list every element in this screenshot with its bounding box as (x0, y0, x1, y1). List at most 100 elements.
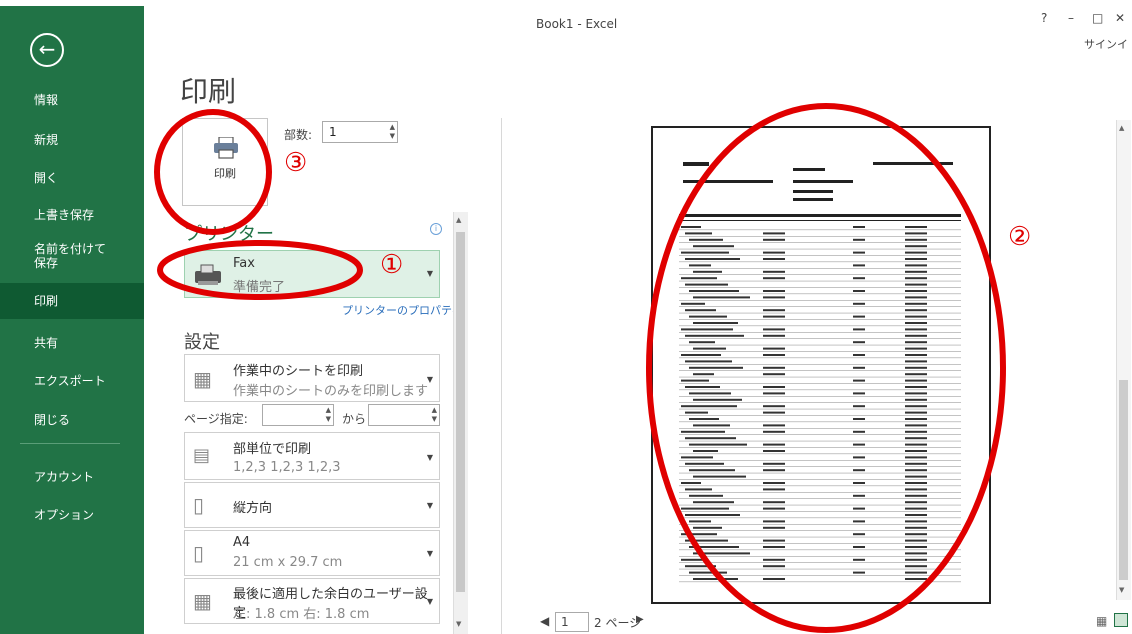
preview-scrollbar[interactable]: ▲ ▼ (1116, 120, 1131, 600)
collation-dropdown[interactable]: ▤ 部単位で印刷 1,2,3 1,2,3 1,2,3 ▼ (184, 432, 440, 480)
printer-status: 準備完了 (233, 280, 286, 295)
preview-text-line (685, 283, 728, 286)
nav-info[interactable]: 情報 (0, 91, 144, 108)
preview-scroll-up-icon[interactable]: ▲ (1119, 124, 1124, 132)
preview-row-rule (679, 351, 961, 352)
preview-text-line (853, 226, 865, 228)
preview-text-line (853, 430, 865, 433)
preview-text-line (685, 309, 716, 312)
page-next-icon[interactable]: ▶ (636, 614, 644, 625)
close-button[interactable]: ✕ (1115, 11, 1125, 25)
preview-text-line (681, 354, 721, 356)
page-number-input[interactable]: 1 (555, 612, 589, 632)
preview-text-line (853, 405, 865, 408)
preview-text-line (853, 328, 865, 331)
preview-text-line (685, 514, 740, 516)
page-to-input[interactable]: ▲ ▼ (368, 404, 440, 426)
preview-text-line (689, 469, 735, 472)
preview-row-rule (679, 396, 961, 397)
preview-text-line (693, 270, 722, 273)
preview-text-line (905, 552, 927, 555)
printer-properties-link[interactable]: プリンターのプロパティ (342, 302, 462, 318)
print-what-dropdown[interactable]: ▦ 作業中のシートを印刷 作業中のシートのみを印刷します ▼ (184, 354, 440, 402)
preview-text-line (905, 507, 927, 510)
settings-scrollbar[interactable]: ▲ ▼ (453, 212, 468, 634)
preview-text-line (681, 251, 729, 254)
preview-text-line (763, 546, 785, 548)
page-from-input[interactable]: ▲ ▼ (262, 404, 334, 426)
copies-input[interactable]: 1 ▲ ▼ (322, 121, 398, 143)
back-arrow-icon[interactable]: ← (30, 33, 64, 67)
preview-row-rule (679, 568, 961, 570)
preview-row-rule (679, 300, 961, 301)
nav-account[interactable]: アカウント (0, 468, 144, 485)
preview-text-line (763, 405, 785, 408)
preview-text-line (853, 456, 865, 459)
info-icon[interactable]: i (430, 223, 442, 235)
preview-text-line (685, 565, 716, 568)
scroll-thumb[interactable] (456, 232, 465, 592)
copies-up-icon[interactable]: ▲ (390, 123, 395, 131)
page-from-down-icon[interactable]: ▼ (326, 415, 331, 423)
nav-new[interactable]: 新規 (0, 131, 144, 148)
preview-row-rule (679, 556, 961, 557)
nav-export[interactable]: エクスポート (0, 372, 144, 389)
window-title: Book1 - Excel (536, 17, 618, 31)
scroll-down-icon[interactable]: ▼ (456, 620, 461, 628)
show-margins-icon[interactable]: ▦ (1096, 614, 1107, 628)
copies-down-icon[interactable]: ▼ (390, 132, 395, 140)
scroll-up-icon[interactable]: ▲ (456, 216, 461, 224)
sign-in-link[interactable]: サインイ (1084, 36, 1128, 52)
preview-text-line (905, 245, 927, 248)
preview-row-rule (679, 248, 961, 250)
preview-text-line (905, 366, 927, 369)
minimize-button[interactable]: – (1068, 11, 1074, 25)
preview-scroll-down-icon[interactable]: ▼ (1119, 586, 1124, 594)
preview-scroll-thumb[interactable] (1119, 380, 1128, 580)
preview-text-line (689, 546, 739, 548)
preview-text-line (689, 494, 723, 497)
preview-text-line (905, 379, 927, 382)
preview-row-rule (679, 415, 961, 416)
nav-options[interactable]: オプション (0, 506, 144, 523)
preview-text-line (905, 411, 927, 414)
paper-size-label: A4 (233, 535, 251, 550)
print-preview-page (651, 126, 991, 604)
orientation-dropdown[interactable]: ▯ 縦方向 ▼ (184, 482, 440, 528)
margins-dropdown[interactable]: ▦ 最後に適用した余白のユーザー設定 左: 1.8 cm 右: 1.8 cm ▼ (184, 578, 440, 624)
preview-row-rule (679, 549, 961, 551)
preview-text-line (905, 354, 927, 356)
preview-row-rule (679, 287, 961, 288)
help-button[interactable]: ? (1041, 11, 1047, 25)
page-to-down-icon[interactable]: ▼ (432, 415, 437, 423)
preview-row-rule (679, 319, 961, 320)
print-what-desc: 作業中のシートのみを印刷します (233, 384, 429, 399)
nav-open[interactable]: 開く (0, 169, 144, 186)
preview-row-rule (679, 517, 961, 519)
restore-button[interactable]: □ (1092, 11, 1103, 25)
preview-text-line (763, 488, 785, 491)
preview-text-line (763, 501, 785, 504)
print-button[interactable]: 印刷 (182, 118, 268, 206)
preview-text-line (905, 546, 927, 548)
panel-divider (501, 118, 502, 634)
nav-save-as[interactable]: 名前を付けて 保存 (0, 242, 144, 270)
nav-share[interactable]: 共有 (0, 334, 144, 351)
zoom-to-page-icon[interactable] (1114, 613, 1128, 627)
preview-row-rule (679, 229, 961, 231)
preview-text-line (853, 558, 865, 561)
preview-text-line (763, 443, 785, 446)
chevron-down-icon: ▼ (426, 453, 433, 462)
preview-text-line (693, 501, 734, 504)
paper-size-dropdown[interactable]: ▯ A4 21 cm x 29.7 cm ▼ (184, 530, 440, 576)
preview-row-rule (679, 511, 961, 512)
annotation-label-three: ③ (284, 148, 308, 178)
page-from-up-icon[interactable]: ▲ (326, 406, 331, 414)
preview-text-line (681, 456, 713, 459)
page-to-up-icon[interactable]: ▲ (432, 406, 437, 414)
nav-close[interactable]: 閉じる (0, 411, 144, 428)
preview-text-line (689, 571, 727, 574)
nav-print[interactable]: 印刷 (0, 283, 144, 319)
page-prev-icon[interactable]: ◀ (540, 614, 549, 628)
nav-save[interactable]: 上書き保存 (0, 206, 144, 223)
